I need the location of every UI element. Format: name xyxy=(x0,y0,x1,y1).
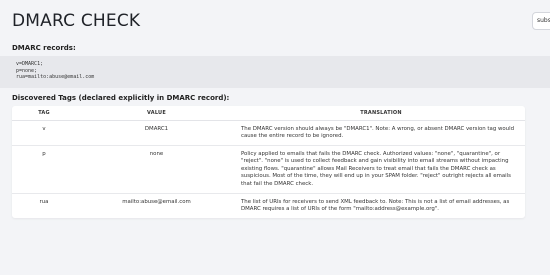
column-header-tag: TAG xyxy=(12,106,76,121)
table-row: p none Policy applied to emails that fai… xyxy=(12,145,525,194)
value-cell: none xyxy=(76,145,237,194)
tag-cell: p xyxy=(12,145,76,194)
page-title: DMARC CHECK xyxy=(12,11,141,31)
tag-cell: rua xyxy=(39,198,49,205)
column-header-value: VALUE xyxy=(76,106,237,121)
value-cell: mailto:abuse@email.com xyxy=(122,198,191,205)
tags-table: TAG VALUE TRANSLATION v DMARC1 The DMARC… xyxy=(12,106,525,218)
translation-cell: The DMARC version should always be "DMAR… xyxy=(237,120,525,146)
translation-cell: The list of URIs for receivers to send X… xyxy=(241,198,510,213)
dmarc-records-heading: DMARC records: xyxy=(12,44,76,52)
dmarc-records-box: v=DMARC1; p=none; rua=mailto:abuse@email… xyxy=(0,56,550,88)
translation-cell: Policy applied to emails that fails the … xyxy=(237,145,525,194)
tags-table-header: TAG VALUE TRANSLATION xyxy=(12,106,525,121)
subscribe-button[interactable]: subscribe xyxy=(532,12,550,30)
table-row: v DMARC1 The DMARC version should always… xyxy=(12,120,525,146)
value-cell: DMARC1 xyxy=(76,120,237,146)
column-header-translation: TRANSLATION xyxy=(237,106,525,121)
table-row: rua mailto:abuse@email.com The list of U… xyxy=(12,193,525,218)
discovered-tags-heading: Discovered Tags (declared explicitly in … xyxy=(12,94,230,102)
tag-cell: v xyxy=(12,120,76,146)
tags-card: TAG VALUE TRANSLATION v DMARC1 The DMARC… xyxy=(12,106,525,218)
record-line: rua=mailto:abuse@email.com xyxy=(16,74,95,80)
